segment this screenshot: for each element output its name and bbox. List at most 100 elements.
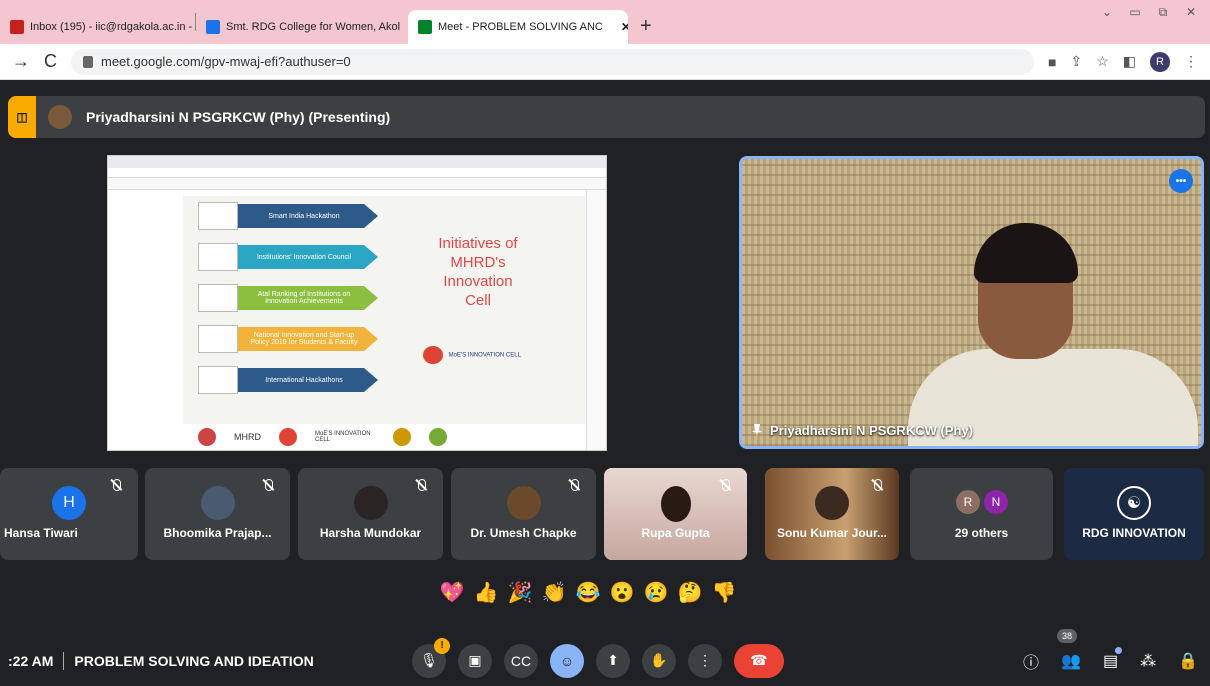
ariia-logo-icon [198, 284, 238, 312]
thumbs-down-reaction[interactable]: 👎 [712, 580, 737, 604]
raise-hand-button[interactable]: ✋ [642, 643, 676, 678]
tab-meet[interactable]: Meet - PROBLEM SOLVING ANC ✕ [408, 10, 628, 44]
party-reaction[interactable]: 🎉 [508, 580, 533, 604]
laugh-reaction[interactable]: 😂 [576, 580, 601, 604]
others-tile[interactable]: R N 29 others [910, 468, 1053, 560]
address-toolbar: → C meet.google.com/gpv-mwaj-efi?authuse… [0, 44, 1210, 80]
active-speaker-tile[interactable]: ••• Priyadharsini N PSGRKCW (Phy) [739, 156, 1204, 449]
people-count-badge: 38 [1057, 628, 1078, 643]
participant-tile[interactable]: H Hansa Tiwari [0, 468, 138, 560]
chat-icon: ▤ [1102, 652, 1119, 670]
bookmark-star-icon[interactable]: ☆ [1096, 53, 1109, 70]
lock-icon[interactable] [83, 55, 93, 68]
close-window-icon[interactable]: ✕ [1180, 4, 1202, 20]
camera-button[interactable]: ▣ [458, 643, 492, 678]
avatar: R [956, 490, 980, 514]
nisp-logo-icon [198, 325, 238, 353]
window-controls: ⌄ ▭ ⧉ ✕ [1096, 4, 1202, 20]
muted-mic-icon [110, 478, 124, 492]
tab-label: Meet - PROBLEM SOLVING ANC [438, 21, 603, 33]
omnibox[interactable]: meet.google.com/gpv-mwaj-efi?authuser=0 [71, 48, 1034, 75]
mic-button[interactable]: 🎙 ! [412, 637, 450, 678]
side-controls: ⓘ 38 👥 ▤ ⁂ 🔒 [1023, 628, 1198, 673]
more-options-button[interactable]: ⋮ [688, 643, 722, 678]
slide-item-label: International Hackathons [238, 368, 378, 392]
reload-icon[interactable]: C [44, 51, 57, 72]
participant-tile[interactable]: Dr. Umesh Chapke [451, 468, 596, 560]
share-icon[interactable]: ⇪ [1070, 53, 1082, 70]
tab-rdg-college[interactable]: Smt. RDG College for Women, Akol ✕ [196, 10, 408, 44]
pin-icon[interactable] [752, 423, 762, 438]
avatar [506, 486, 541, 520]
slide-footer: MHRD MoE'S INNOVATION CELL [183, 424, 585, 450]
leave-call-button[interactable]: ☎ [734, 643, 784, 678]
speaker-name-label: Priyadharsini N PSGRKCW (Phy) [752, 423, 973, 438]
side-panel-icon[interactable]: ◧ [1123, 53, 1136, 70]
people-icon: 👥 [1061, 652, 1081, 670]
participant-tile[interactable]: Harsha Mundokar [298, 468, 443, 560]
minimize-icon[interactable]: ▭ [1124, 4, 1146, 20]
chat-button[interactable]: ▤ [1102, 646, 1123, 671]
present-button[interactable]: ⬆ [596, 643, 630, 678]
participant-name: Rupa Gupta [641, 526, 710, 540]
more-vert-icon: ⋮ [698, 652, 712, 668]
divider [63, 651, 65, 670]
participant-name: Harsha Mundokar [319, 526, 422, 540]
emblem-icon [198, 428, 216, 446]
seal-icon [393, 428, 411, 446]
speaking-indicator-icon: ••• [1169, 169, 1193, 193]
participant-name: Bhoomika Prajap... [163, 526, 272, 540]
slide-item-label: Atal Ranking of Institutions on Innovati… [238, 286, 378, 310]
slide-title-line: MHRD's [450, 254, 506, 271]
muted-mic-icon [568, 478, 582, 492]
shared-address-bar [108, 168, 606, 178]
captions-button[interactable]: CC [504, 643, 538, 678]
presenter-avatar [48, 105, 72, 129]
host-controls-icon[interactable]: 🔒 [1178, 651, 1198, 671]
participant-name: Dr. Umesh Chapke [470, 526, 577, 540]
slide-item-label: National Innovation and Start-up Policy … [238, 327, 378, 351]
camera-icon: ▣ [468, 652, 482, 668]
speaker-name: Priyadharsini N PSGRKCW (Phy) [770, 423, 973, 438]
tab-label: Inbox (195) - iic@rdgakola.ac.in - S [30, 21, 195, 33]
camera-in-use-icon[interactable]: ■ [1048, 54, 1056, 70]
muted-mic-icon [415, 478, 429, 492]
presenter-banner: ◫ Priyadharsini N PSGRKCW (Phy) (Present… [8, 96, 1205, 138]
participant-tile[interactable]: Sonu Kumar Jour... [765, 468, 899, 560]
activities-icon[interactable]: ⁂ [1140, 651, 1156, 671]
url-text: meet.google.com/gpv-mwaj-efi?authuser=0 [101, 54, 351, 69]
clap-reaction[interactable]: 👏 [542, 580, 567, 604]
people-button[interactable]: 38 👥 [1057, 628, 1081, 671]
close-tab-icon[interactable]: ✕ [621, 20, 628, 34]
sad-reaction[interactable]: 😢 [644, 580, 669, 604]
participant-tile[interactable]: Rupa Gupta [604, 468, 747, 560]
presenting-icon: ◫ [8, 96, 36, 138]
avatar: H [52, 486, 86, 520]
speaker-video [908, 223, 1198, 446]
restore-icon[interactable]: ⧉ [1152, 4, 1174, 20]
mic-warning-badge: ! [434, 637, 450, 654]
heart-reaction[interactable]: 💖 [440, 580, 465, 604]
meeting-details-icon[interactable]: ⓘ [1023, 649, 1039, 673]
innovation-cell-logo: MoE'S INNOVATION CELL [423, 346, 523, 364]
slide-item: Atal Ranking of Institutions on Innovati… [198, 284, 378, 312]
slide-item-label: Smart India Hackathon [238, 204, 378, 228]
browser-menu-icon[interactable]: ⋮ [1184, 53, 1198, 70]
participant-tile[interactable]: Bhoomika Prajap... [145, 468, 290, 560]
participant-tile[interactable]: ☯ RDG INNOVATION [1064, 468, 1204, 560]
hand-icon: ✋ [650, 652, 668, 668]
slide-title-line: Initiatives of [438, 235, 518, 252]
thinking-reaction[interactable]: 🤔 [678, 580, 703, 604]
forward-arrow-icon[interactable]: → [12, 51, 30, 72]
surprised-reaction[interactable]: 😮 [610, 580, 635, 604]
captions-icon: CC [510, 652, 532, 669]
meeting-title: PROBLEM SOLVING AND IDEATION [74, 652, 314, 669]
thumbs-up-reaction[interactable]: 👍 [474, 580, 499, 604]
profile-avatar[interactable]: R [1150, 51, 1170, 72]
tab-gmail[interactable]: Inbox (195) - iic@rdgakola.ac.in - S ✕ [0, 10, 195, 44]
slide-item-label: Institutions' Innovation Council [238, 245, 378, 269]
tab-search-icon[interactable]: ⌄ [1096, 4, 1118, 20]
new-tab-button[interactable]: + [628, 15, 664, 44]
avatar [815, 486, 849, 520]
emoji-button[interactable]: ☺ [550, 643, 584, 678]
